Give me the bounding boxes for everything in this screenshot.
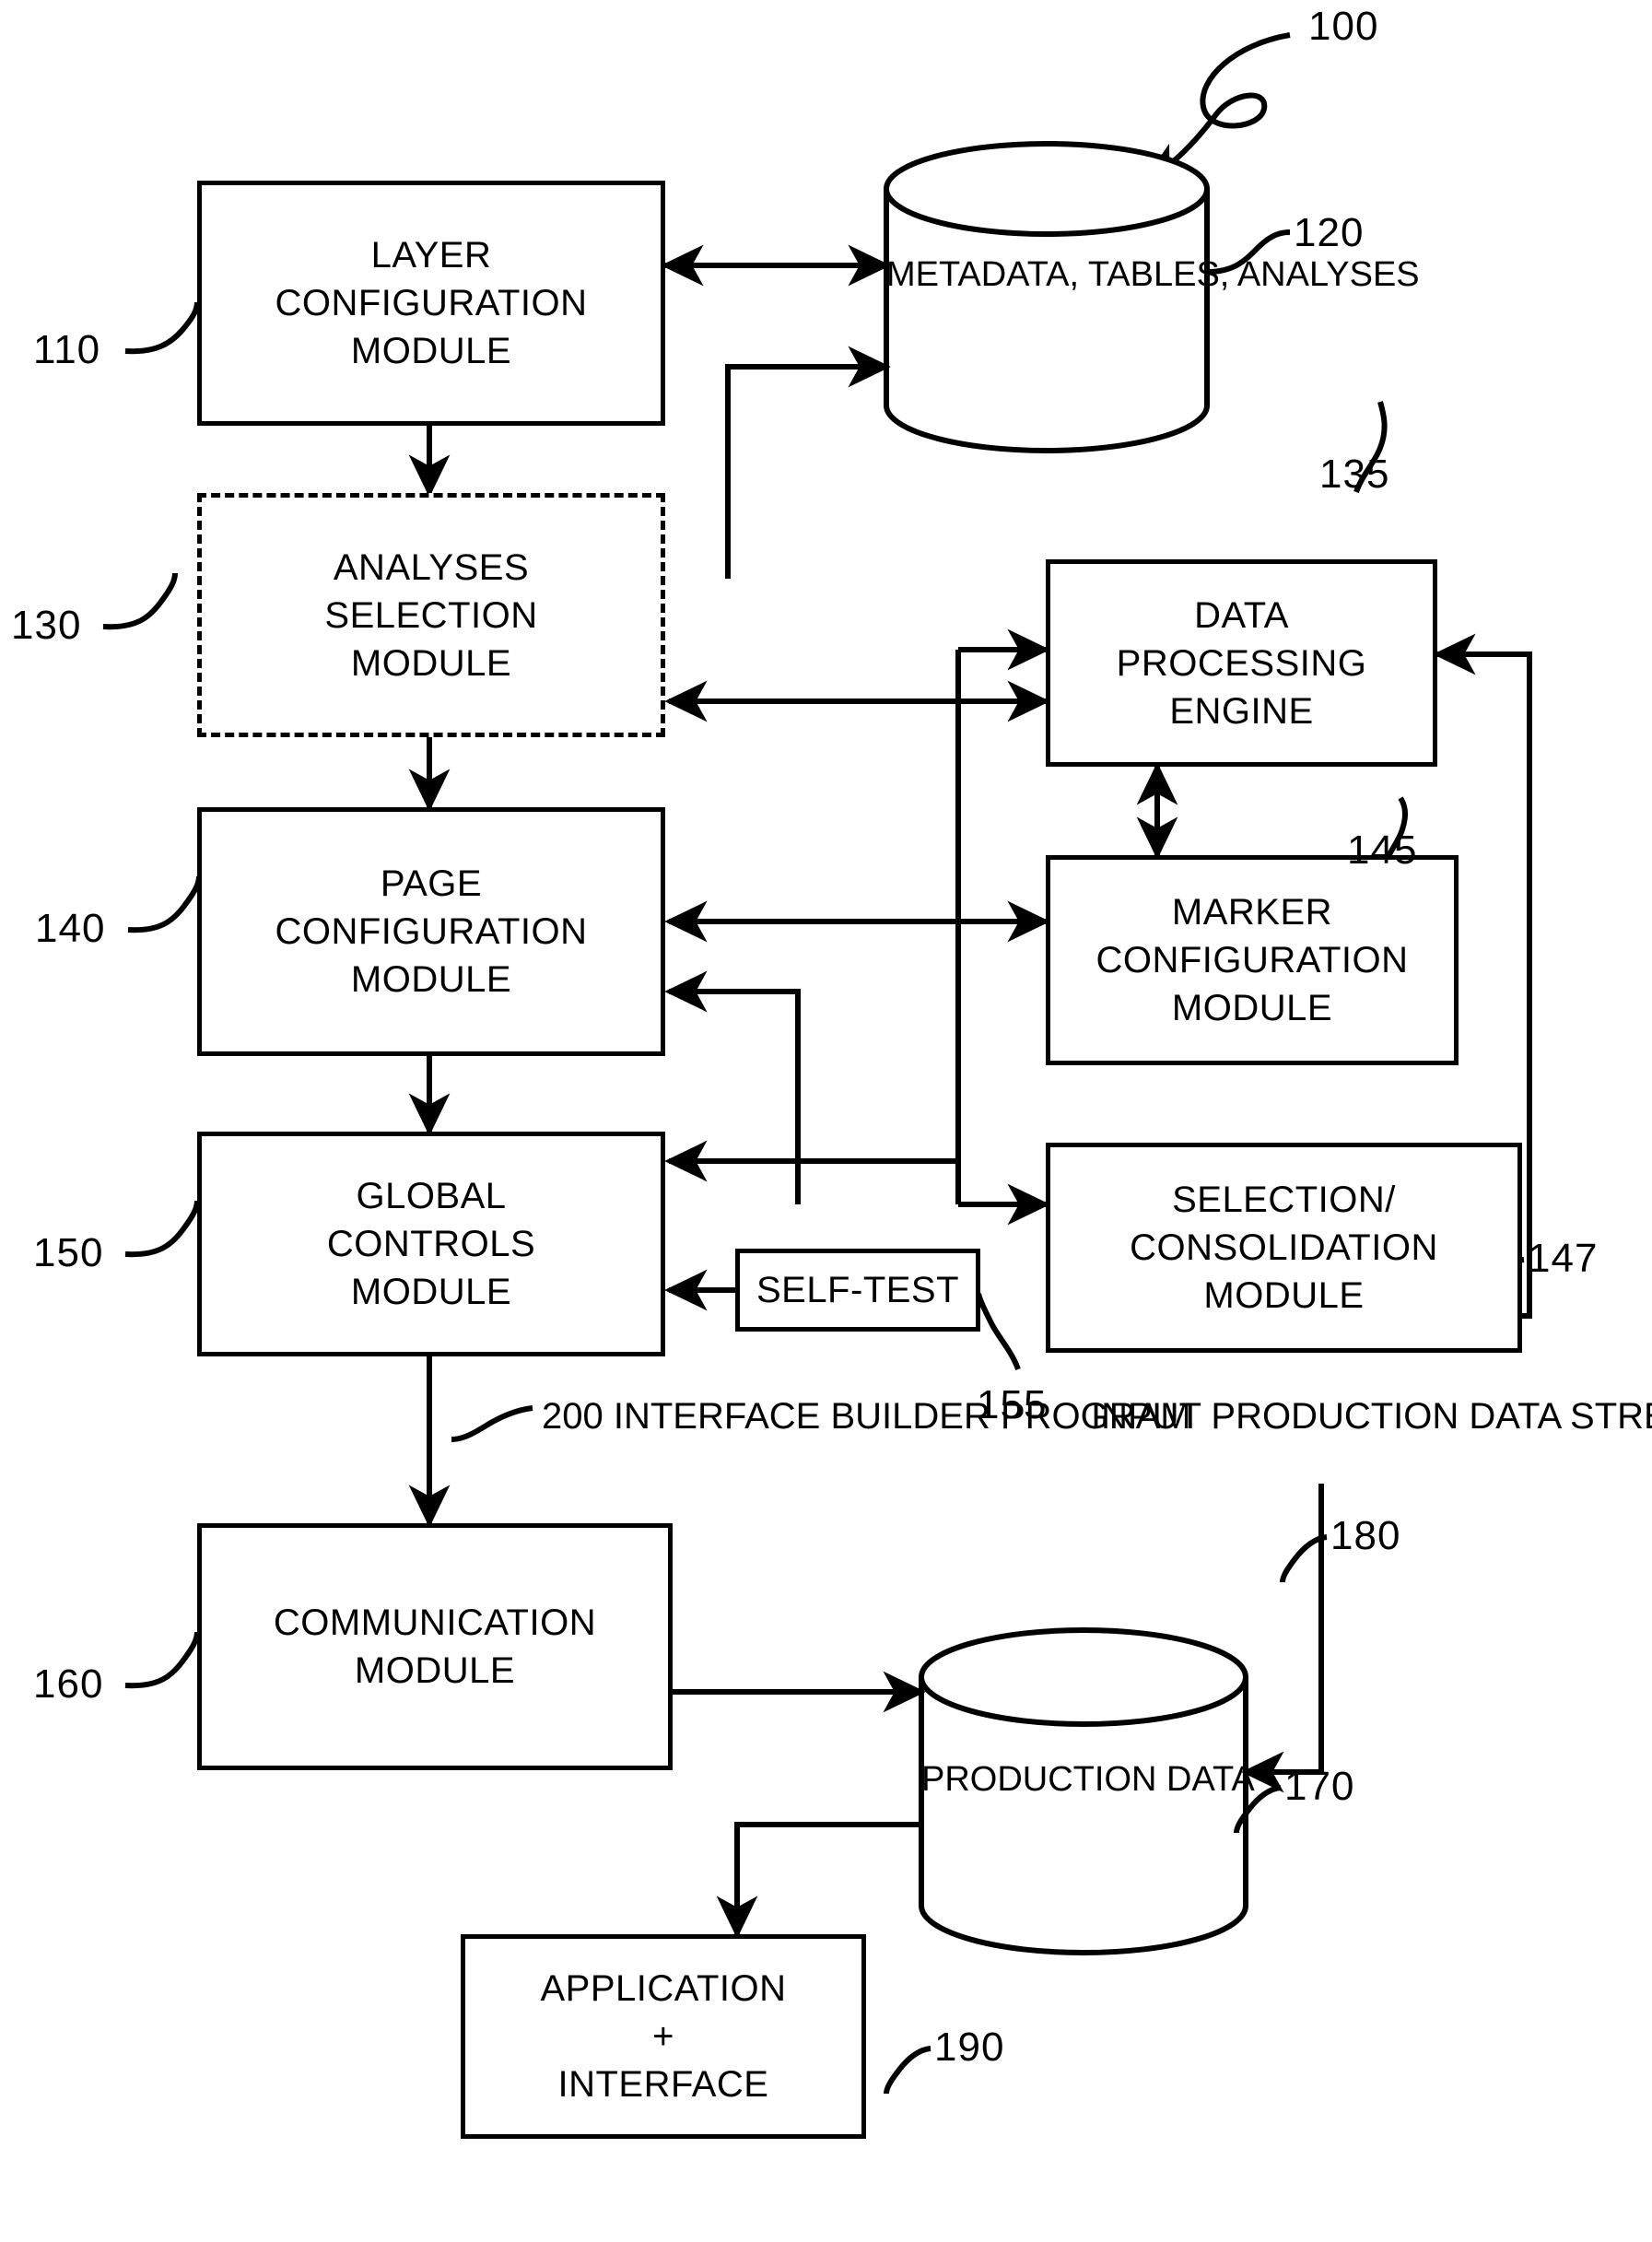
input-stream-line2: DATA STREAM bbox=[1469, 1396, 1652, 1437]
analyses-line3: MODULE bbox=[350, 642, 512, 684]
dpe-line1: DATA bbox=[1194, 594, 1289, 636]
ref-170: 170 bbox=[1284, 1764, 1355, 1809]
pagecfg-line1: PAGE bbox=[380, 863, 483, 904]
leader-155 bbox=[976, 1293, 1021, 1371]
leader-160 bbox=[124, 1631, 200, 1689]
pagecfg-line2: CONFIGURATION bbox=[275, 911, 588, 952]
block-page-configuration-module[interactable]: PAGE CONFIGURATION MODULE bbox=[197, 807, 665, 1056]
block-self-test[interactable]: SELF-TEST bbox=[735, 1249, 980, 1332]
leader-130 bbox=[102, 572, 178, 630]
metadata-cylinder-shape bbox=[884, 141, 1210, 453]
global-line3: MODULE bbox=[350, 1272, 512, 1312]
edge-analyses-metadata bbox=[725, 346, 891, 579]
layer-cfg-line3: MODULE bbox=[350, 331, 512, 371]
marker-line2: CONFIGURATION bbox=[1095, 940, 1409, 980]
selcons-line1: SELECTION/ bbox=[1172, 1180, 1396, 1220]
block-selection-consolidation-module[interactable]: SELECTION/ CONSOLIDATION MODULE bbox=[1046, 1143, 1522, 1353]
app-line1: APPLICATION bbox=[540, 1968, 787, 2009]
production-cylinder-shape bbox=[919, 1627, 1248, 1955]
selcons-line2: CONSOLIDATION bbox=[1130, 1227, 1438, 1268]
ref-145: 145 bbox=[1347, 828, 1418, 873]
layer-cfg-line2: CONFIGURATION bbox=[275, 283, 588, 323]
ref-140: 140 bbox=[35, 906, 106, 951]
block-communication-module[interactable]: COMMUNICATION MODULE bbox=[197, 1523, 673, 1770]
block-marker-configuration-module[interactable]: MARKER CONFIGURATION MODULE bbox=[1046, 855, 1459, 1065]
selcons-line3: MODULE bbox=[1203, 1275, 1365, 1316]
input-stream-annotation: INPUT PRODUCTION DATA STREAM bbox=[1091, 1393, 1652, 1439]
global-line2: CONTROLS bbox=[326, 1224, 536, 1264]
figure-canvas: LAYER CONFIGURATION MODULE METADATA, TAB… bbox=[0, 0, 1652, 2242]
marker-line3: MODULE bbox=[1171, 988, 1333, 1028]
app-line2: + bbox=[652, 2016, 674, 2057]
input-stream-line1: INPUT PRODUCTION bbox=[1091, 1396, 1459, 1437]
ref-190: 190 bbox=[934, 2025, 1005, 2070]
leader-140 bbox=[127, 875, 202, 933]
ref-110: 110 bbox=[33, 327, 101, 372]
app-line3: INTERFACE bbox=[557, 2064, 769, 2105]
leader-200 bbox=[451, 1405, 533, 1442]
comm-line2: MODULE bbox=[354, 1650, 516, 1691]
ref-150: 150 bbox=[33, 1230, 104, 1275]
ref-120: 120 bbox=[1294, 210, 1365, 255]
interface-builder-annotation: 200 INTERFACE BUILDER PROGRAM bbox=[542, 1393, 1191, 1439]
block-application-interface[interactable]: APPLICATION + INTERFACE bbox=[461, 1934, 866, 2139]
ref-155: 155 bbox=[977, 1382, 1048, 1427]
marker-line1: MARKER bbox=[1171, 892, 1333, 933]
global-line1: GLOBAL bbox=[356, 1176, 507, 1216]
interface-builder-line1: 200 INTERFACE bbox=[542, 1396, 821, 1437]
ref-100: 100 bbox=[1308, 4, 1379, 49]
ref-147: 147 bbox=[1528, 1236, 1599, 1281]
ref-130: 130 bbox=[11, 603, 82, 648]
leader-120 bbox=[1206, 229, 1291, 275]
block-global-controls-module[interactable]: GLOBAL CONTROLS MODULE bbox=[197, 1132, 665, 1356]
ref-180: 180 bbox=[1330, 1513, 1401, 1558]
layer-cfg-line1: LAYER bbox=[370, 235, 492, 276]
analyses-line1: ANALYSES bbox=[333, 546, 530, 588]
comm-line1: COMMUNICATION bbox=[273, 1602, 597, 1643]
block-layer-configuration-module[interactable]: LAYER CONFIGURATION MODULE bbox=[197, 181, 665, 426]
selftest-label: SELF-TEST bbox=[756, 1270, 960, 1310]
leader-110 bbox=[124, 301, 200, 355]
leader-190 bbox=[884, 2046, 931, 2095]
dpe-line3: ENGINE bbox=[1169, 690, 1314, 732]
analyses-line2: SELECTION bbox=[324, 594, 538, 636]
pagecfg-line3: MODULE bbox=[350, 959, 512, 1000]
ref-135: 135 bbox=[1319, 452, 1390, 497]
edge-production-application bbox=[716, 1822, 921, 1939]
dpe-line2: PROCESSING bbox=[1116, 642, 1367, 684]
block-analyses-selection-module[interactable]: ANALYSES SELECTION MODULE bbox=[197, 493, 665, 737]
edge-riser-pagecfg bbox=[664, 970, 801, 1204]
leader-150 bbox=[124, 1200, 200, 1258]
edge-inputstream-production bbox=[1241, 1484, 1324, 1793]
block-data-processing-engine[interactable]: DATA PROCESSING ENGINE bbox=[1046, 559, 1437, 767]
ref-160: 160 bbox=[33, 1661, 104, 1707]
